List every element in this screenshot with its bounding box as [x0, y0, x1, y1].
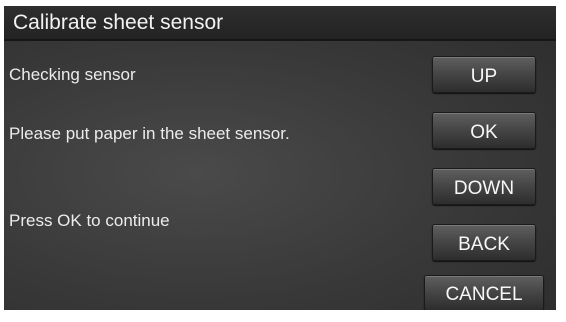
back-button[interactable]: BACK [432, 224, 536, 261]
title-bar: Calibrate sheet sensor [4, 6, 556, 41]
prompt-message: Press OK to continue [9, 211, 170, 230]
page-title: Calibrate sheet sensor [13, 11, 224, 34]
screen: Calibrate sheet sensor Checking sensor P… [0, 0, 566, 322]
status-message: Checking sensor [9, 65, 136, 84]
cancel-button[interactable]: CANCEL [424, 275, 544, 310]
control-panel-display: Calibrate sheet sensor Checking sensor P… [4, 6, 556, 310]
down-button[interactable]: DOWN [432, 168, 536, 205]
instruction-message: Please put paper in the sheet sensor. [9, 124, 290, 143]
up-button[interactable]: UP [432, 56, 536, 93]
ok-button[interactable]: OK [432, 112, 536, 149]
